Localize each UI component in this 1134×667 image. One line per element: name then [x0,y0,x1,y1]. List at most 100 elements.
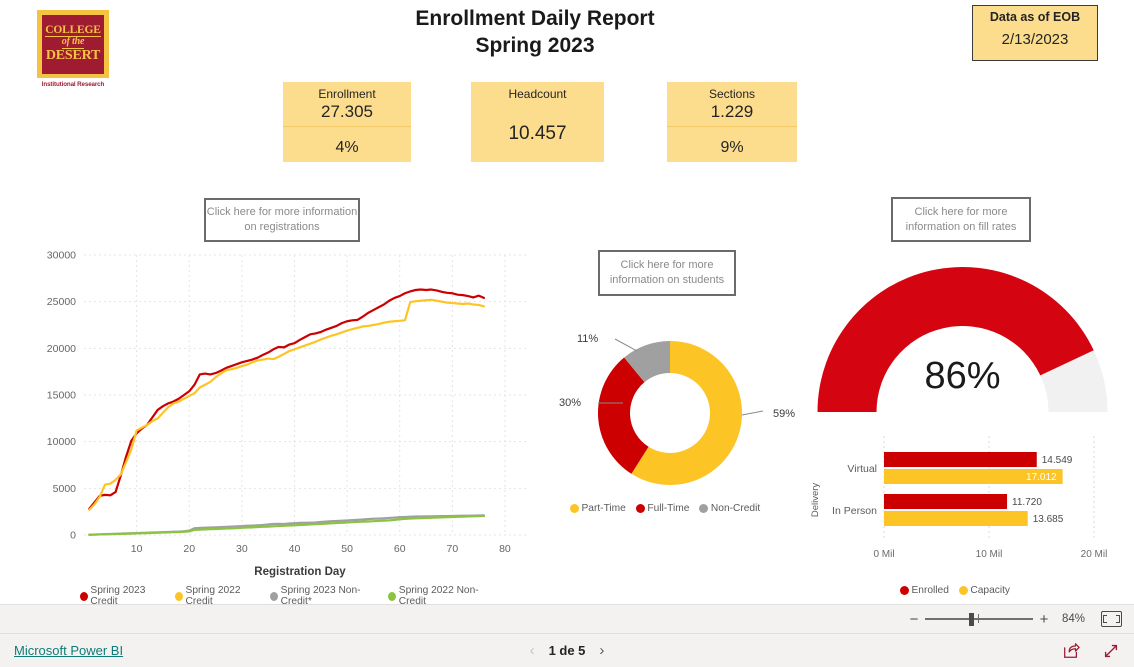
logo-line-3: DESERT [45,47,101,63]
registrations-info-button[interactable]: Click here for more information on regis… [204,198,360,242]
fill-rate-gauge-chart[interactable] [805,262,1120,422]
svg-text:40: 40 [289,543,301,555]
report-status-bar: Microsoft Power BI ‹ 1 de 5 › [0,633,1134,667]
legend-label: Spring 2022 Credit [185,585,241,604]
bar-chart-legend[interactable]: Enrolled Capacity [900,585,1050,596]
kpi-card-headcount[interactable]: Headcount 10.457 [471,82,604,162]
college-of-the-desert-logo: COLLEGE of the DESERT Institutional Rese… [37,10,115,92]
legend-item[interactable]: Part-Time [570,503,626,514]
donut-slices [598,341,742,485]
donut-chart-legend[interactable]: Part-Time Full-Time Non-Credit [570,503,780,514]
legend-swatch-icon [175,591,184,601]
delivery-enrollment-bar-chart[interactable]: 14.549 17.012 11.720 13.685 Virtual In Perso… [806,428,1132,588]
bar-chart-x-axis-ticks: 0 Mil 10 Mil 20 Mil [873,549,1107,560]
line-chart-x-axis-labels: 10 20 30 40 50 60 70 80 [131,543,511,555]
kpi-sections-value: 1.229 [710,102,754,121]
legend-item[interactable]: Capacity [958,585,1011,596]
legend-item[interactable]: Full-Time [635,503,690,514]
zoom-percentage-label: 84% [1061,613,1085,625]
legend-item[interactable]: Non-Credit [699,503,760,514]
report-canvas: COLLEGE of the DESERT Institutional Rese… [0,0,1134,604]
data-as-of-card: Data as of EOB 2/13/2023 [972,5,1098,61]
svg-text:20 Mil: 20 Mil [1081,549,1108,560]
svg-text:11.720: 11.720 [1012,497,1042,508]
students-info-button[interactable]: Click here for more information on stude… [598,250,736,296]
zoom-toolbar: − + 84% [0,604,1134,633]
zoom-slider-track [924,618,1033,620]
svg-text:30%: 30% [559,397,581,409]
svg-text:Virtual: Virtual [847,463,877,475]
kpi-headcount-value: 10.457 [508,123,567,144]
logo-inner: COLLEGE of the DESERT [42,14,104,74]
legend-label: Non-Credit [710,503,761,514]
kpi-enrollment-value: 27.305 [321,102,373,121]
svg-text:13.685: 13.685 [1033,514,1064,525]
svg-text:5000: 5000 [53,483,77,495]
kpi-sections-change: 9% [720,139,744,156]
kpi-card-enrollment[interactable]: Enrollment 27.305 4% [283,82,411,162]
legend-label: Spring 2023 Credit [90,585,146,604]
legend-item[interactable]: Spring 2023 Non-Credit* [270,585,378,604]
legend-swatch-icon [388,591,397,601]
logo-subtitle: Institutional Research [41,81,105,88]
svg-text:60: 60 [394,543,406,555]
kpi-enrollment-label: Enrollment [318,87,376,101]
zoom-in-button[interactable]: + [1036,611,1052,628]
legend-swatch-icon [635,504,645,513]
svg-text:59%: 59% [773,408,795,420]
svg-text:10: 10 [131,543,143,555]
kpi-enrollment-change: 4% [335,139,359,156]
fullscreen-icon[interactable] [1102,642,1120,660]
bar-chart-y-axis-title: Delivery [810,483,821,518]
data-as-of-value: 2/13/2023 [1001,31,1069,48]
line-chart-gridlines [84,254,526,536]
status-bar-icons [1062,642,1120,660]
legend-item[interactable]: Spring 2022 Non-Credit [388,585,493,604]
svg-text:0 Mil: 0 Mil [873,549,894,560]
share-icon[interactable] [1062,642,1080,660]
svg-text:70: 70 [446,543,458,555]
legend-label: Part-Time [581,503,626,514]
svg-text:30000: 30000 [47,250,76,262]
svg-text:17.012: 17.012 [1026,472,1057,483]
legend-swatch-icon [900,586,909,595]
svg-text:15000: 15000 [47,390,76,402]
legend-item[interactable]: Spring 2022 Credit [175,585,260,604]
kpi-headcount-label: Headcount [508,87,567,101]
legend-swatch-icon [958,586,968,595]
svg-text:10000: 10000 [47,436,76,448]
line-chart-x-axis-title: Registration Day [254,566,346,578]
legend-swatch-icon [80,591,88,601]
legend-swatch-icon [570,504,579,513]
previous-page-chevron-icon[interactable]: ‹ [530,642,535,659]
legend-label: Full-Time [647,503,690,514]
fill-rates-info-button[interactable]: Click here for more information on fill … [891,197,1031,242]
gauge-value-label: 86% [924,355,1001,397]
legend-label: Capacity [970,585,1011,596]
legend-swatch-icon [699,504,709,513]
svg-text:50: 50 [341,543,353,555]
svg-text:0: 0 [70,530,76,542]
legend-item[interactable]: Enrolled [900,585,949,596]
student-type-donut-chart[interactable]: 59% 30% 11% [545,325,795,505]
legend-item[interactable]: Spring 2023 Credit [80,585,165,604]
page-indicator-label: 1 de 5 [548,643,586,658]
line-chart-legend[interactable]: Spring 2023 Credit Spring 2022 Credit Spri… [80,585,500,604]
zoom-out-button[interactable]: − [906,611,922,628]
data-as-of-label: Data as of EOB [989,10,1081,24]
bar-chart-category-labels: Virtual In Person [832,463,877,517]
line-chart-y-axis-labels: 0 5000 10000 15000 20000 25000 30000 [47,250,76,542]
svg-text:20: 20 [183,543,195,555]
fit-to-page-icon[interactable] [1101,611,1122,627]
zoom-slider[interactable] [924,612,1033,626]
registration-trend-line-chart[interactable]: 0 5000 10000 15000 20000 25000 30000 10 20 30 40 5… [18,243,538,601]
page-title: Enrollment Daily Report Spring 2023 [290,6,780,60]
zoom-slider-thumb[interactable] [968,613,974,626]
page-title-line-2: Spring 2023 [475,33,595,57]
svg-text:In Person: In Person [832,505,877,517]
next-page-chevron-icon[interactable]: › [599,642,604,659]
svg-text:20000: 20000 [47,343,76,355]
svg-text:30: 30 [236,543,248,555]
legend-label: Spring 2022 Non-Credit [398,585,479,604]
kpi-card-sections[interactable]: Sections 1.229 9% [667,82,797,162]
